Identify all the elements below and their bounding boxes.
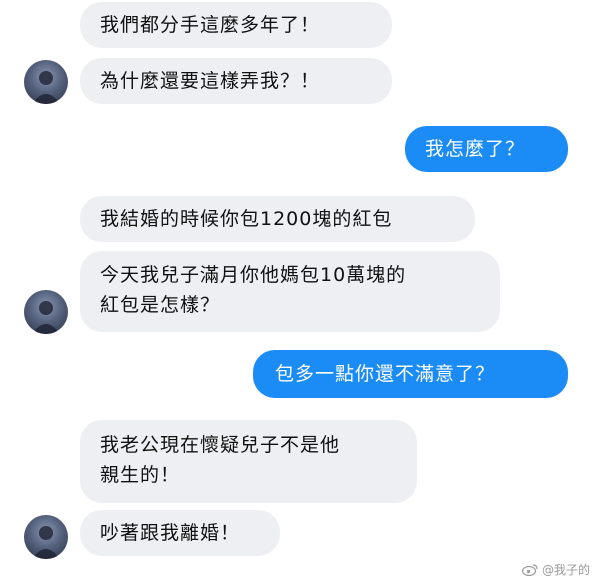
message-bubble-incoming: 吵著跟我離婚！: [80, 510, 280, 556]
message-bubble-outgoing: 我怎麼了？: [405, 126, 568, 172]
contact-avatar[interactable]: [24, 60, 68, 104]
message-bubble-incoming: 為什麼還要這樣弄我？！: [80, 58, 392, 104]
chat-thread: 我們都分手這麼多年了！ 為什麼還要這樣弄我？！ 我怎麼了？ 我結婚的時候你包12…: [0, 0, 600, 582]
weibo-icon: [521, 563, 538, 576]
message-bubble-incoming: 我老公現在懷疑兒子不是他 親生的！: [80, 420, 417, 503]
message-bubble-incoming: 今天我兒子滿月你他媽包10萬塊的 紅包是怎樣？: [80, 251, 500, 332]
watermark-text: @我子的: [541, 563, 590, 577]
contact-avatar[interactable]: [24, 515, 68, 559]
message-bubble-incoming: 我們都分手這麼多年了！: [80, 2, 392, 48]
message-bubble-incoming: 我結婚的時候你包1200塊的紅包: [80, 196, 475, 242]
watermark: @我子的: [521, 561, 590, 578]
contact-avatar[interactable]: [24, 290, 68, 334]
message-bubble-outgoing: 包多一點你還不滿意了？: [253, 350, 568, 398]
